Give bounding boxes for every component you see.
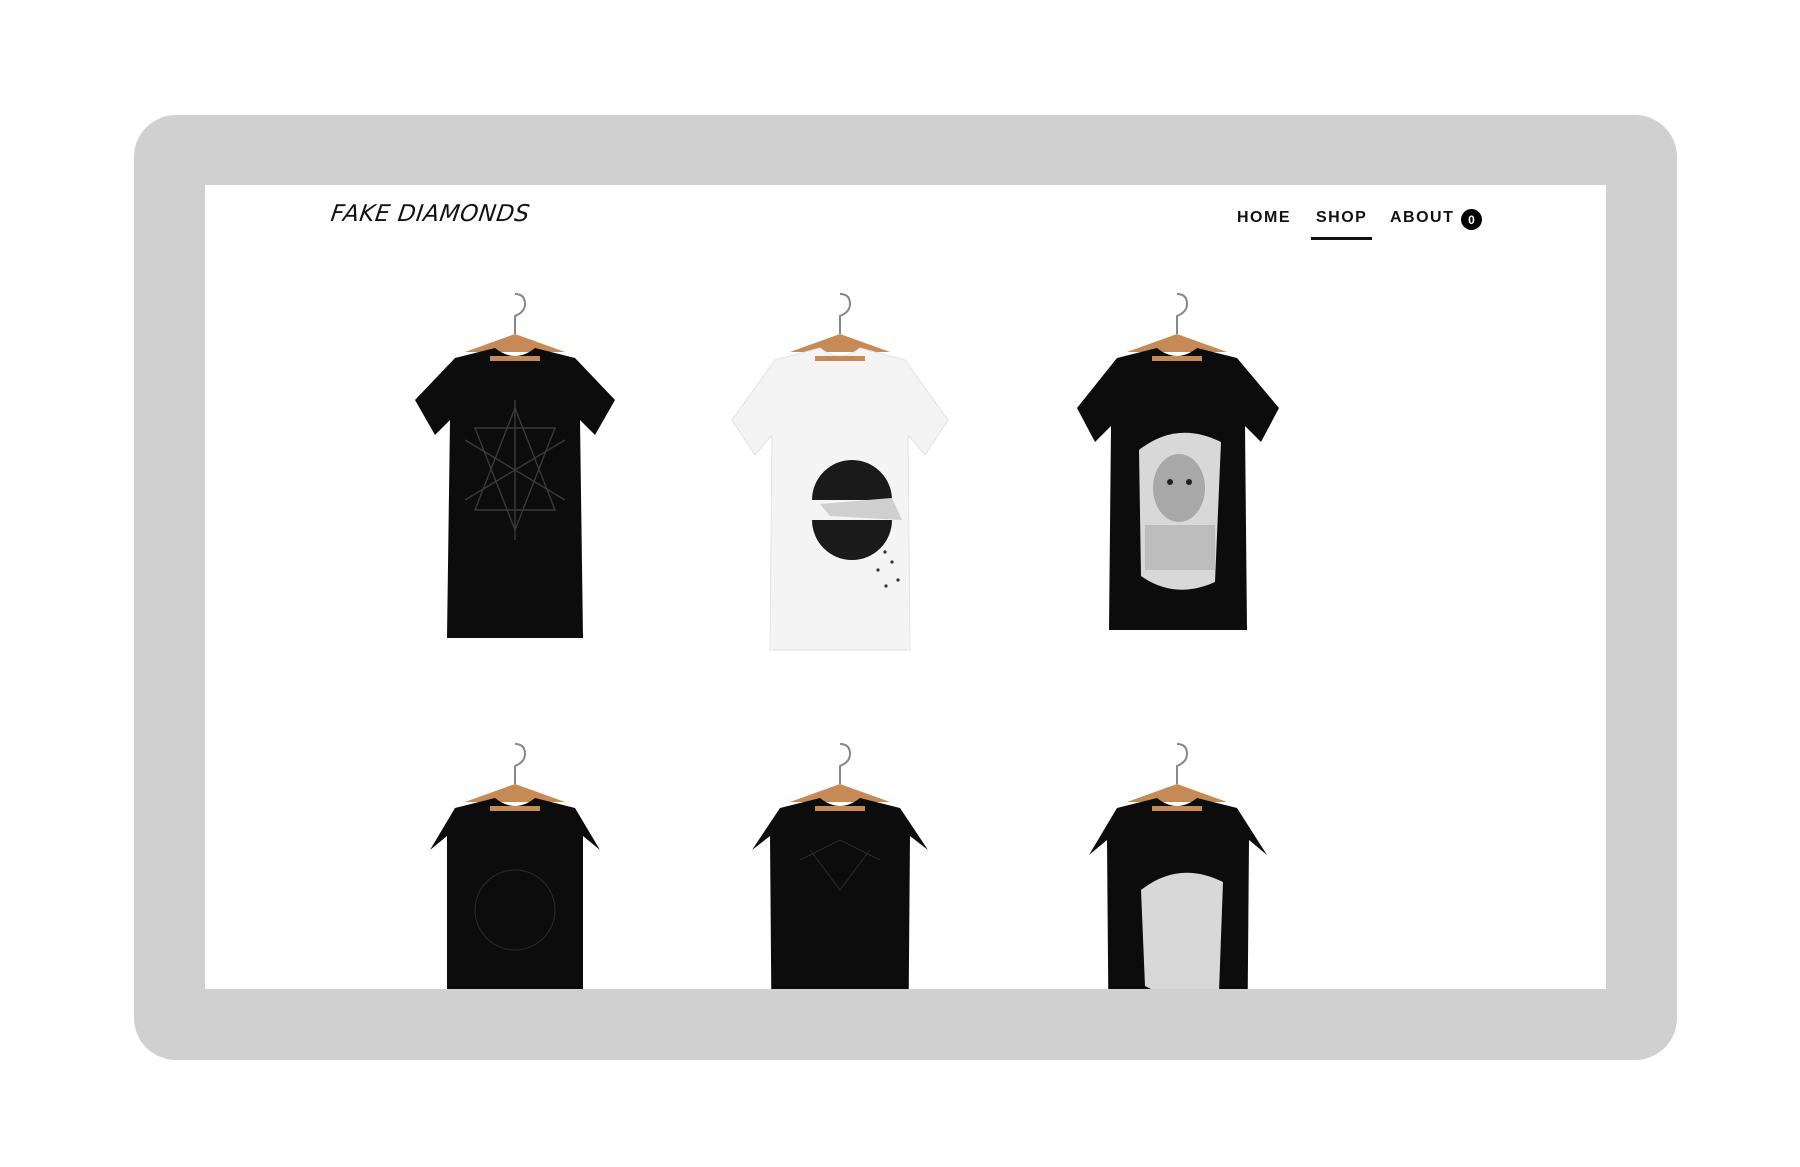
product-image xyxy=(731,293,949,651)
product-image xyxy=(1077,293,1279,630)
product-image xyxy=(415,293,615,638)
product-card[interactable] xyxy=(1017,290,1337,730)
product-card[interactable] xyxy=(355,740,675,989)
nav-home[interactable]: HOME xyxy=(1237,209,1291,227)
product-card[interactable] xyxy=(680,740,1000,989)
shirt-graphic-icon xyxy=(1141,872,1223,989)
cart-icon[interactable]: 0 xyxy=(1461,209,1482,230)
shirt-graphic-icon xyxy=(1139,432,1221,590)
nav-about[interactable]: ABOUT xyxy=(1390,209,1454,227)
browser-viewport[interactable]: FAKE DIAMONDS HOME SHOP ABOUT 0 xyxy=(205,185,1606,989)
product-card[interactable] xyxy=(1017,740,1337,989)
product-card[interactable] xyxy=(355,290,675,730)
nav-shop[interactable]: SHOP xyxy=(1310,209,1373,240)
product-image xyxy=(752,743,928,989)
main-nav: HOME SHOP ABOUT xyxy=(205,209,1606,240)
product-image xyxy=(430,743,600,989)
product-image xyxy=(1089,743,1267,989)
product-card[interactable] xyxy=(680,290,1000,730)
